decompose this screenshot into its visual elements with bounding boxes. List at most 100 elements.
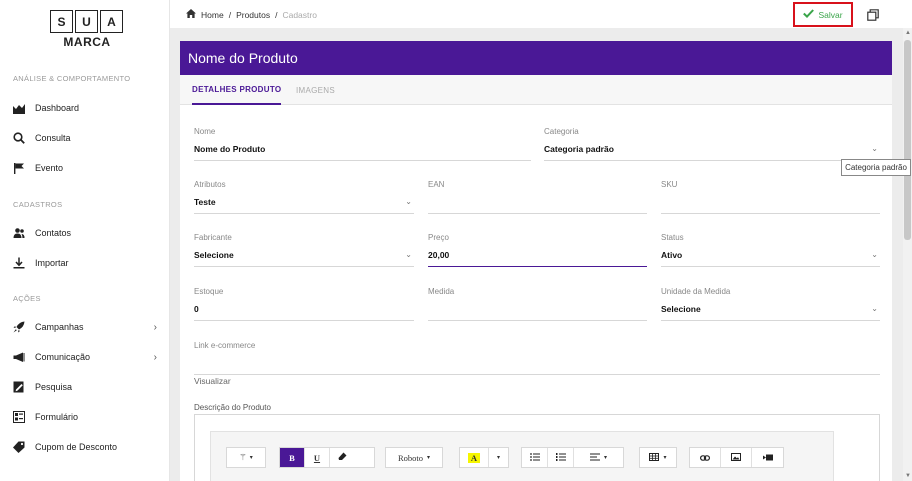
scroll-down-icon[interactable]: ▼ xyxy=(905,473,911,479)
check-icon xyxy=(803,9,815,20)
field-value: Ativo xyxy=(661,250,683,260)
caret-down-icon: ▾ xyxy=(249,455,253,461)
field-label: Categoria xyxy=(544,127,579,136)
categoria-select[interactable]: Categoria Categoria padrão ⌄ xyxy=(544,127,880,161)
breadcrumb-home[interactable]: Home xyxy=(201,10,224,20)
sidebar-item-label: Evento xyxy=(35,163,64,173)
eraser-button[interactable] xyxy=(330,448,354,467)
chevron-right-icon: › xyxy=(153,351,157,363)
sidebar-item-contatos[interactable]: Contatos xyxy=(13,225,163,241)
categoria-tooltip: Categoria padrão xyxy=(841,159,911,176)
field-label: EAN xyxy=(428,180,445,189)
sidebar-item-dashboard[interactable]: Dashboard xyxy=(13,100,163,116)
video-button[interactable] xyxy=(752,448,783,467)
field-label: Unidade da Medida xyxy=(661,287,731,296)
style-group: ⚚ ▾ xyxy=(226,447,266,468)
caret-down-icon: ▾ xyxy=(427,455,431,461)
save-button[interactable]: Salvar xyxy=(793,2,853,27)
atributos-select[interactable]: Atributos Teste ⌄ xyxy=(194,180,414,214)
eraser-icon xyxy=(338,452,347,463)
window-restore-icon[interactable] xyxy=(867,8,879,21)
insert-group xyxy=(689,447,784,468)
highlight-letter: A xyxy=(467,452,481,463)
unidade-medida-select[interactable]: Unidade da Medida Selecione ⌄ xyxy=(661,287,880,321)
magic-style-button[interactable]: ⚚ ▾ xyxy=(227,448,265,467)
table-dropdown-button[interactable]: ▾ xyxy=(640,448,676,467)
ean-field[interactable]: EAN xyxy=(428,180,647,214)
caret-down-icon: ▾ xyxy=(603,455,607,461)
align-dropdown-button[interactable]: ▾ xyxy=(574,448,623,467)
color-dropdown-button[interactable]: ▾ xyxy=(489,448,508,467)
breadcrumb-separator: / xyxy=(228,9,232,20)
sidebar-item-cupom[interactable]: Cupom de Desconto xyxy=(13,439,163,455)
chevron-down-icon: ⌄ xyxy=(871,304,878,313)
font-family-value: Roboto xyxy=(397,452,423,463)
preco-field[interactable]: Preço 20,00 xyxy=(428,233,647,267)
image-icon xyxy=(731,452,741,463)
scrollbar[interactable]: ▲ ▼ xyxy=(903,28,912,481)
sidebar-item-comunicacao[interactable]: Comunicação › xyxy=(13,349,163,365)
rocket-icon xyxy=(13,321,25,333)
tab-imagens[interactable]: IMAGENS xyxy=(296,75,335,105)
sidebar-item-campanhas[interactable]: Campanhas › xyxy=(13,319,163,335)
field-value: 0 xyxy=(194,304,199,314)
estoque-field[interactable]: Estoque 0 xyxy=(194,287,414,321)
nome-field[interactable]: Nome Nome do Produto xyxy=(194,127,531,161)
section-title-acoes: AÇÕES xyxy=(13,294,41,303)
tabs: DETALHES PRODUTO IMAGENS xyxy=(180,75,892,105)
sidebar-item-consulta[interactable]: Consulta xyxy=(13,130,163,146)
sidebar-item-formulario[interactable]: Formulário xyxy=(13,409,163,425)
table-icon xyxy=(649,452,660,463)
scroll-thumb[interactable] xyxy=(904,40,911,240)
link-ecommerce-field[interactable]: Link e-commerce xyxy=(194,341,880,375)
tab-detalhes-produto[interactable]: DETALHES PRODUTO xyxy=(192,75,282,105)
search-icon xyxy=(13,132,25,144)
sidebar-item-label: Dashboard xyxy=(35,103,80,113)
sidebar-item-importar[interactable]: Importar xyxy=(13,255,163,271)
breadcrumb-cadastro: Cadastro xyxy=(282,9,317,20)
medida-field[interactable]: Medida xyxy=(428,287,647,321)
breadcrumb-produtos[interactable]: Produtos xyxy=(236,10,270,20)
video-icon xyxy=(762,453,773,463)
logo[interactable]: S U A MARCA xyxy=(50,10,124,49)
breadcrumb-separator: / xyxy=(275,9,278,20)
megaphone-icon xyxy=(13,351,25,363)
home-icon[interactable] xyxy=(186,9,196,20)
sku-field[interactable]: SKU xyxy=(661,180,880,214)
chevron-down-icon: ⌄ xyxy=(405,197,412,206)
section-title-analise: ANÁLISE & COMPORTAMENTO xyxy=(13,74,131,83)
sidebar-item-label: Cupom de Desconto xyxy=(35,442,118,452)
underline-button[interactable]: U xyxy=(305,448,330,467)
ordered-list-button[interactable] xyxy=(548,448,574,467)
edit-icon xyxy=(13,381,25,393)
image-button[interactable] xyxy=(721,448,752,467)
visualizar-link[interactable]: Visualizar xyxy=(194,376,231,386)
link-button[interactable] xyxy=(690,448,721,467)
unordered-list-button[interactable] xyxy=(522,448,548,467)
sidebar-item-label: Formulário xyxy=(35,412,79,422)
users-icon xyxy=(13,227,25,239)
field-label: Estoque xyxy=(194,287,224,296)
highlight-color-button[interactable]: A xyxy=(460,448,489,467)
fabricante-select[interactable]: Fabricante Selecione ⌄ xyxy=(194,233,414,267)
sidebar: S U A MARCA ANÁLISE & COMPORTAMENTO Dash… xyxy=(0,0,170,481)
field-label: Nome xyxy=(194,127,216,136)
list-ol-icon xyxy=(555,452,566,463)
save-label: Salvar xyxy=(818,9,843,20)
field-label: Status xyxy=(661,233,684,242)
sidebar-item-label: Consulta xyxy=(35,133,71,143)
scroll-up-icon[interactable]: ▲ xyxy=(905,30,911,36)
chart-area-icon xyxy=(13,102,25,114)
font-family-dropdown[interactable]: Roboto ▾ xyxy=(386,448,442,467)
table-group: ▾ xyxy=(639,447,677,468)
status-select[interactable]: Status Ativo ⌄ xyxy=(661,233,880,267)
magic-wand-icon: ⚚ xyxy=(239,452,247,462)
field-value: Categoria padrão xyxy=(544,144,614,154)
sidebar-item-evento[interactable]: Evento xyxy=(13,160,163,176)
form-icon xyxy=(13,411,25,423)
sidebar-item-pesquisa[interactable]: Pesquisa xyxy=(13,379,163,395)
logo-letter: S xyxy=(50,10,73,33)
field-value: Selecione xyxy=(661,304,701,314)
link-icon xyxy=(700,453,711,463)
bold-button[interactable]: B xyxy=(280,448,305,467)
